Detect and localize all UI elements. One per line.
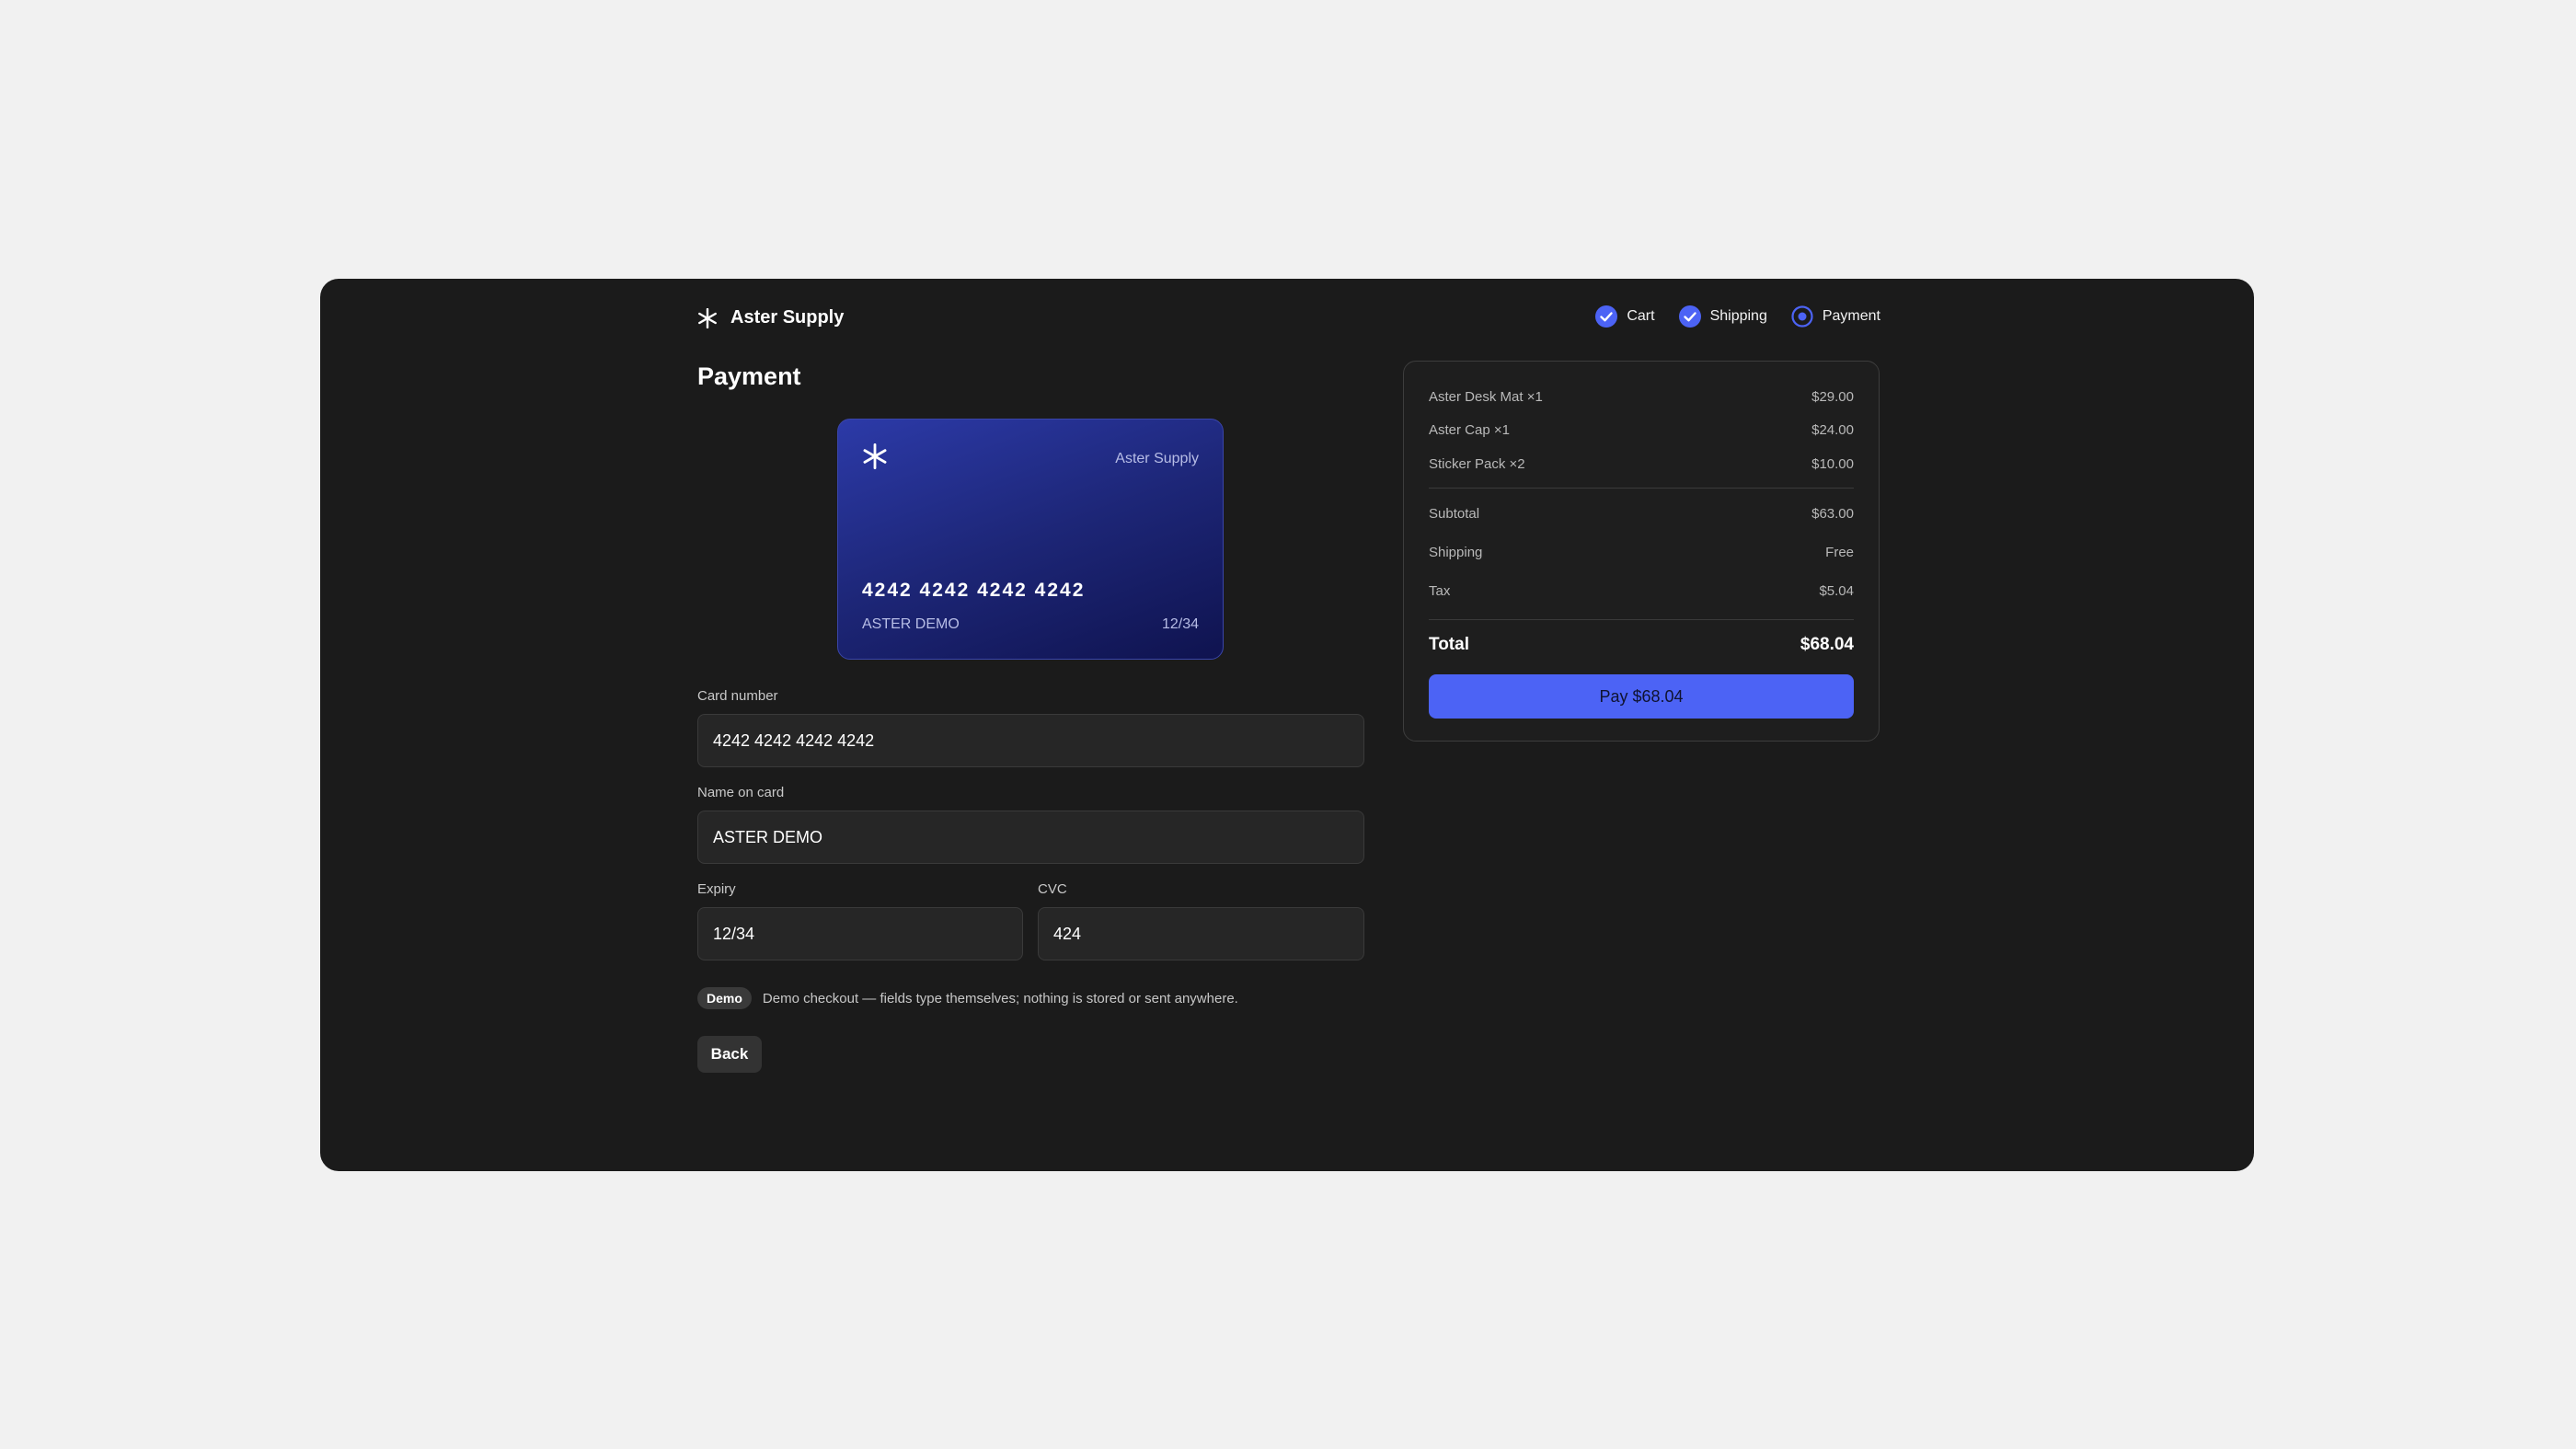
- brand: Aster Supply: [697, 307, 844, 328]
- item-name: Aster Cap ×1: [1429, 422, 1510, 438]
- name-on-card-input[interactable]: [697, 811, 1364, 864]
- card-preview-expiry: 12/34: [1161, 616, 1199, 632]
- card-number-label: Card number: [697, 688, 778, 704]
- card-preview: Aster Supply 4242 4242 4242 4242 ASTER D…: [837, 419, 1224, 660]
- shipping-label: Shipping: [1429, 545, 1483, 560]
- page-title: Payment: [697, 362, 801, 390]
- demo-note: Demo checkout — fields type themselves; …: [762, 990, 1238, 1006]
- subtotal-row: Subtotal $63.00: [1429, 506, 1854, 522]
- summary-item: Aster Desk Mat ×1 $29.00: [1429, 389, 1854, 405]
- asterisk-icon: [698, 307, 717, 328]
- step-label: Shipping: [1709, 308, 1767, 324]
- order-summary: Aster Desk Mat ×1 $29.00 Aster Cap ×1 $2…: [1403, 361, 1880, 742]
- expiry-input[interactable]: [697, 907, 1023, 960]
- summary-item: Aster Cap ×1 $24.00: [1429, 422, 1854, 438]
- subtotal-value: $63.00: [1811, 506, 1854, 522]
- tax-label: Tax: [1429, 583, 1451, 599]
- cvc-label: CVC: [1038, 881, 1067, 897]
- step-shipping: Shipping: [1678, 305, 1767, 328]
- card-preview-name: ASTER DEMO: [862, 616, 960, 632]
- summary-divider: [1429, 619, 1854, 620]
- total-label: Total: [1429, 635, 1469, 654]
- step-label: Payment: [1822, 308, 1880, 324]
- item-price: $24.00: [1811, 422, 1854, 438]
- tax-row: Tax $5.04: [1429, 583, 1854, 599]
- asterisk-icon: [863, 443, 887, 469]
- radio-circle-icon: [1791, 305, 1813, 328]
- step-payment: Payment: [1791, 305, 1880, 328]
- summary-item: Sticker Pack ×2 $10.00: [1429, 456, 1854, 472]
- subtotal-label: Subtotal: [1429, 506, 1480, 522]
- pay-button[interactable]: Pay $68.04: [1429, 674, 1854, 719]
- shipping-value: Free: [1825, 545, 1854, 560]
- shipping-row: Shipping Free: [1429, 545, 1854, 560]
- demo-badge: Demo: [697, 987, 752, 1009]
- summary-divider: [1429, 488, 1854, 489]
- check-circle-icon: [1595, 305, 1618, 328]
- name-on-card-label: Name on card: [697, 785, 785, 800]
- brand-name: Aster Supply: [730, 307, 845, 328]
- step-cart: Cart: [1595, 305, 1655, 328]
- item-price: $10.00: [1811, 456, 1854, 472]
- item-name: Aster Desk Mat ×1: [1429, 389, 1543, 405]
- expiry-label: Expiry: [697, 881, 736, 897]
- step-label: Cart: [1627, 308, 1655, 324]
- demo-notice: Demo Demo checkout — fields type themsel…: [697, 987, 1238, 1009]
- item-name: Sticker Pack ×2: [1429, 456, 1525, 472]
- back-button[interactable]: Back: [697, 1036, 762, 1073]
- total-value: $68.04: [1800, 635, 1854, 654]
- card-brand: Aster Supply: [1115, 451, 1199, 466]
- cvc-input[interactable]: [1038, 907, 1364, 960]
- card-preview-number: 4242 4242 4242 4242: [862, 580, 1086, 601]
- check-circle-icon: [1678, 305, 1701, 328]
- card-number-input[interactable]: [697, 714, 1364, 767]
- checkout-steps: Cart Shipping Payment: [1595, 305, 1880, 328]
- total-row: Total $68.04: [1429, 635, 1854, 655]
- item-price: $29.00: [1811, 389, 1854, 405]
- tax-value: $5.04: [1819, 583, 1854, 599]
